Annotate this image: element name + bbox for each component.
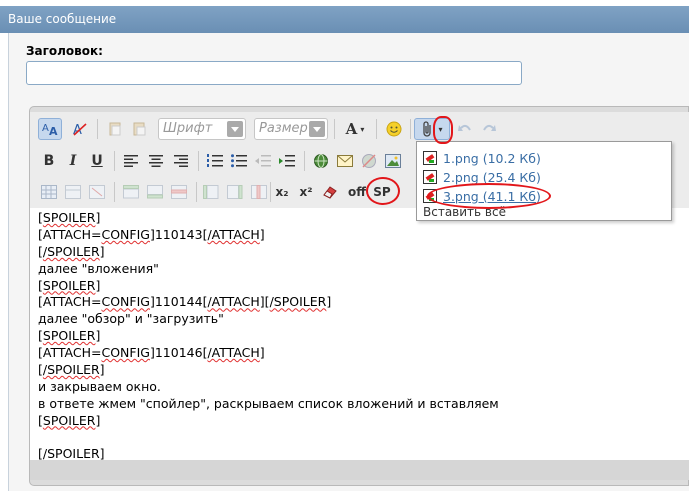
content-line: [SPOILER]	[38, 412, 101, 428]
content-line: [SPOILER]	[38, 328, 101, 344]
align-right-icon[interactable]	[170, 150, 192, 172]
bullet-list-icon[interactable]	[228, 150, 250, 172]
undo-icon	[454, 118, 476, 140]
col-insert-before-icon	[200, 181, 222, 203]
col-delete-icon	[248, 181, 270, 203]
content-line: [/SPOILER]	[38, 362, 105, 378]
title-input[interactable]	[26, 61, 522, 85]
insert-all-button[interactable]: Вставить всё	[423, 205, 506, 219]
attach-button[interactable]: ▾	[414, 118, 450, 140]
smiley-icon[interactable]	[382, 118, 406, 140]
align-left-icon[interactable]	[120, 150, 142, 172]
size-dropdown[interactable]: Размер	[254, 118, 328, 140]
image-file-icon	[423, 189, 437, 203]
title-label: Заголовок:	[26, 44, 103, 58]
numbered-list-icon[interactable]	[204, 150, 226, 172]
italic-button[interactable]: I	[62, 150, 84, 172]
font-dropdown[interactable]: Шрифт	[158, 118, 246, 140]
table-props-icon	[62, 181, 84, 203]
unlink-icon	[358, 150, 380, 172]
content-line: [ATTACH=CONFIG]110146[/ATTACH]	[38, 345, 265, 361]
content-line: и закрываем окно.	[38, 378, 161, 394]
spoiler-button[interactable]: SP	[370, 181, 394, 203]
switch-mode-icon[interactable]: AA	[38, 118, 62, 140]
panel-title-bar: Ваше сообщение	[0, 6, 689, 33]
link-icon[interactable]	[310, 150, 332, 172]
attachment-label: 3.png (41.1 Кб)	[443, 188, 541, 204]
underline-button[interactable]: U	[86, 150, 108, 172]
email-link-icon[interactable]	[334, 150, 356, 172]
attachments-menu: 1.png (10.2 Кб) 2.png (25.4 Кб) 3.png (4…	[416, 141, 672, 221]
row-insert-below-icon	[144, 181, 166, 203]
paperclip-icon	[423, 121, 432, 137]
superscript-button[interactable]: x²	[296, 181, 316, 203]
paste-icon	[104, 118, 126, 140]
editor-content[interactable]: [SPOILER] [ATTACH=CONFIG]110143[/ATTACH]…	[30, 208, 689, 461]
outdent-icon	[252, 150, 274, 172]
content-line: далее "вложения"	[38, 260, 159, 276]
svg-text:A: A	[49, 125, 58, 137]
content-line: далее "обзор" и "загрузить"	[38, 311, 224, 327]
align-center-icon[interactable]	[145, 150, 167, 172]
image-file-icon	[423, 170, 437, 184]
text-color-icon: A	[345, 120, 358, 138]
content-line: [ATTACH=CONFIG]110144[/ATTACH][/SPOILER]	[38, 294, 332, 310]
content-line: [ATTACH=CONFIG]110143[/ATTACH]	[38, 226, 265, 242]
content-line: [/SPOILER]	[38, 243, 105, 259]
font-dropdown-label: Шрифт	[163, 121, 213, 136]
attachment-item[interactable]: 3.png (41.1 Кб)	[423, 187, 541, 205]
off-button[interactable]: off	[346, 181, 368, 203]
editor-bottom-bar	[30, 460, 689, 480]
subscript-button[interactable]: x₂	[272, 181, 292, 203]
row-insert-above-icon	[120, 181, 142, 203]
row-delete-icon	[168, 181, 190, 203]
attachment-item[interactable]: 1.png (10.2 Кб)	[423, 149, 541, 167]
table-delete-icon	[86, 181, 108, 203]
indent-icon[interactable]	[276, 150, 298, 172]
image-file-icon	[423, 151, 437, 165]
panel-title: Ваше сообщение	[8, 12, 117, 26]
table-icon	[38, 181, 60, 203]
text-color-button[interactable]: A ▾	[339, 118, 371, 140]
attachment-item[interactable]: 2.png (25.4 Кб)	[423, 168, 541, 186]
chevron-down-icon	[309, 121, 325, 137]
eraser-icon[interactable]	[320, 181, 340, 203]
chevron-down-icon	[227, 121, 243, 137]
remove-format-icon[interactable]: A	[68, 118, 92, 140]
content-line: в ответе жмем "спойлер", раскрываем спис…	[38, 395, 499, 411]
image-icon[interactable]	[382, 150, 404, 172]
paste-text-icon	[128, 118, 150, 140]
content-line: [SPOILER]	[38, 277, 101, 293]
size-dropdown-label: Размер	[259, 121, 308, 136]
redo-icon	[478, 118, 500, 140]
attachment-label: 2.png (25.4 Кб)	[443, 169, 541, 185]
content-line	[38, 430, 681, 447]
svg-text:A: A	[42, 123, 49, 134]
bold-button[interactable]: B	[38, 150, 60, 172]
col-insert-after-icon	[224, 181, 246, 203]
attachment-label: 1.png (10.2 Кб)	[443, 150, 541, 166]
